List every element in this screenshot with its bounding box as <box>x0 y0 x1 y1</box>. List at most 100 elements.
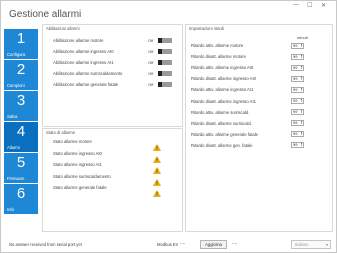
spinner-arrows-icon[interactable]: ▲ ▼ <box>300 143 303 147</box>
refresh-value: .... <box>232 240 238 246</box>
chevron-down-icon: ▾ <box>325 242 328 247</box>
delay-value: 99 <box>293 142 298 148</box>
language-value: Italiano <box>295 242 309 247</box>
delay-label: Ritardo attiv. allarme motore <box>191 43 244 48</box>
delay-value: 99 <box>293 109 298 115</box>
toggle-knob <box>158 37 162 43</box>
delay-label: Ritardo disatt. allarme surriscald. <box>191 120 252 126</box>
alarm-status-label: Stato allarme ingresso AI0 <box>53 150 102 156</box>
sidebar-nav: 1 Configura 2 Campioni 3 Salva 4 Allarmi 5 Firmwa… <box>4 29 38 215</box>
delay-input[interactable]: 99 ▲ ▼ <box>291 64 304 71</box>
spinner-arrows-icon[interactable]: ▲ ▼ <box>300 98 303 103</box>
nav-tile-number: 2 <box>16 61 26 78</box>
delay-input[interactable]: 99 ▲ ▼ <box>291 142 304 149</box>
toggle-state-label: Off <box>148 38 154 43</box>
delay-value: 99 <box>293 42 298 48</box>
status-message: No answer received from serial port yet <box>9 242 82 247</box>
page-title: Gestione allarmi <box>9 9 82 20</box>
toggle-knob <box>158 81 162 87</box>
nav-tile-configura[interactable]: 1 Configura <box>4 29 38 59</box>
toggle-knob <box>158 59 162 65</box>
alarm-enable-toggle[interactable] <box>158 48 172 54</box>
delay-label: Ritardo disatt. allarme ingresso AI1 <box>191 98 256 104</box>
alarm-enable-toggle[interactable] <box>158 81 172 87</box>
minimize-icon[interactable]: — <box>293 2 299 8</box>
toggle-state-label: Off <box>148 49 154 54</box>
delay-settings-panel: Impostazioni ritardi minuti Ritardo atti… <box>185 24 333 232</box>
nav-tile-label: Info <box>7 206 14 212</box>
nav-tile-firmware[interactable]: 5 Firmware <box>4 153 38 183</box>
delay-input[interactable]: 99 ▲ ▼ <box>291 98 304 104</box>
warning-icon <box>153 150 161 163</box>
warning-icon <box>153 138 161 151</box>
delay-value: 99 <box>293 75 298 81</box>
nav-tile-label: Allarmi <box>7 144 20 150</box>
delay-value: 99 <box>293 120 298 126</box>
toggle-knob <box>158 48 162 54</box>
nav-tile-number: 6 <box>16 185 26 202</box>
nav-tile-label: Firmware <box>7 175 25 181</box>
maximize-icon[interactable]: ☐ <box>307 2 312 9</box>
alarm-enable-label: Abilitazione allarme generale fatale <box>53 82 119 87</box>
delay-value: 99 <box>293 98 298 103</box>
delay-value: 99 <box>293 64 298 70</box>
status-bar: No answer received from serial port yet … <box>1 239 336 253</box>
alarm-enable-title: Abilitazioni allarmi <box>46 26 80 31</box>
alarm-enable-label: Abilitazione allarme surriscaldamento <box>53 71 123 76</box>
delay-input[interactable]: 99 ▲ ▼ <box>291 53 304 60</box>
spinner-arrows-icon[interactable]: ▲ ▼ <box>300 54 303 59</box>
delay-input[interactable]: 99 ▲ ▼ <box>291 109 304 116</box>
delay-value: 99 <box>293 53 298 59</box>
delay-input[interactable]: 99 ▲ ▼ <box>291 86 304 93</box>
spinner-arrows-icon[interactable]: ▲ ▼ <box>300 120 303 125</box>
alarm-status-title: Stato di allarme <box>46 130 76 135</box>
toggle-state-label: Off <box>148 60 154 65</box>
close-icon[interactable]: ✕ <box>321 2 326 9</box>
spinner-arrows-icon[interactable]: ▲ ▼ <box>300 87 303 92</box>
spinner-arrows-icon[interactable]: ▲ ▼ <box>300 65 303 70</box>
refresh-button[interactable]: Aggiorna <box>200 240 227 249</box>
toggle-knob <box>158 70 162 76</box>
spinner-arrows-icon[interactable]: ▲ ▼ <box>300 76 303 81</box>
nav-tile-label: Configura <box>7 51 26 57</box>
toggle-state-label: Off <box>148 82 154 87</box>
alarm-enable-toggle[interactable] <box>158 59 172 65</box>
nav-tile-salva[interactable]: 3 Salva <box>4 91 38 121</box>
warning-icon <box>153 184 161 197</box>
nav-tile-info[interactable]: 6 Info <box>4 184 38 214</box>
delay-input[interactable]: 99 ▲ ▼ <box>291 42 304 49</box>
delay-label: Ritardo attiv. allarme ingresso AI1 <box>191 87 254 93</box>
nav-tile-allarmi[interactable]: 4 Allarmi <box>4 122 38 152</box>
alarm-enable-label: Abilitazione allarme ingresso AI1 <box>53 60 114 65</box>
nav-tile-label: Campioni <box>7 82 25 88</box>
alarm-enable-panel: Abilitazioni allarmi Abilitazione allarm… <box>42 24 183 127</box>
delay-label: Ritardo attiv. allarme generale fatale <box>191 131 258 137</box>
language-select[interactable]: Italiano ▾ <box>291 240 331 249</box>
nav-tile-number: 1 <box>16 30 26 47</box>
delay-input[interactable]: 99 ▲ ▼ <box>291 120 304 127</box>
nav-tile-campioni[interactable]: 2 Campioni <box>4 60 38 90</box>
warning-icon <box>153 173 161 186</box>
unit-label: minuti <box>297 35 308 40</box>
nav-tile-label: Salva <box>7 113 18 119</box>
alarm-status-label: Stato allarme generale fatale <box>53 185 107 190</box>
app-window: — ☐ ✕ Gestione allarmi 1 Configura 2 Campio… <box>0 0 337 253</box>
alarm-enable-label: Abilitazione allarme ingresso AI0 <box>53 49 114 54</box>
delay-value: 99 <box>293 86 298 92</box>
delay-value: 99 <box>293 131 298 137</box>
alarm-status-label: Stato allarme surriscaldamento <box>53 173 111 179</box>
delay-input[interactable]: 99 ▲ ▼ <box>291 75 304 82</box>
delay-label: Ritardo disatt. allarme motore <box>191 54 246 60</box>
nav-tile-number: 4 <box>16 123 26 140</box>
delay-label: Ritardo attiv. allarme surriscald. <box>191 109 250 115</box>
alarm-status-label: Stato allarme motore <box>53 139 92 144</box>
warning-icon <box>153 161 161 174</box>
spinner-arrows-icon[interactable]: ▲ ▼ <box>300 109 303 114</box>
spinner-arrows-icon[interactable]: ▲ ▼ <box>300 132 303 136</box>
alarm-enable-toggle[interactable] <box>158 37 172 43</box>
delay-input[interactable]: 99 ▲ ▼ <box>291 131 304 138</box>
alarm-enable-toggle[interactable] <box>158 70 172 76</box>
spinner-arrows-icon[interactable]: ▲ ▼ <box>300 43 303 48</box>
modbus-label: Modbus En <box>157 242 179 247</box>
nav-tile-number: 5 <box>16 154 26 171</box>
